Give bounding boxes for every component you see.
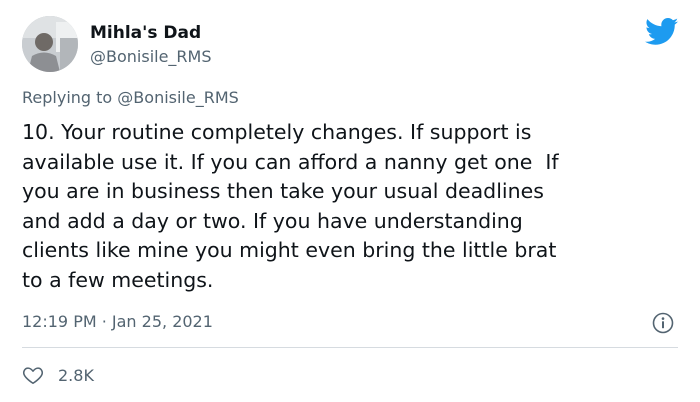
tweet-text-line: 10. Your routine completely changes. If … [22,120,532,144]
twitter-bird-icon[interactable] [645,18,679,46]
tweet-text-line: clients like mine you might even bring t… [22,238,557,262]
info-icon[interactable] [652,312,674,334]
replying-to-label: Replying to [22,88,118,107]
tweet-card: Mihla's Dad @Bonisile_RMS Replying to @B… [0,0,700,402]
author-handle[interactable]: @Bonisile_RMS [90,47,212,66]
author-display-name[interactable]: Mihla's Dad [90,23,201,43]
divider [22,347,678,348]
tweet-timestamp[interactable]: 12:19 PM · Jan 25, 2021 [22,312,213,331]
replying-to: Replying to @Bonisile_RMS [22,88,239,107]
tweet-text-line: and add a day or two. If you have unders… [22,208,523,233]
like-button[interactable]: 2.8K [22,364,94,386]
tweet-text-line: available use it. If you can afford a na… [22,149,559,174]
heart-icon [23,367,43,385]
avatar[interactable] [22,16,78,72]
like-count: 2.8K [58,365,94,385]
tweet-text: 10. Your routine completely changes. If … [22,118,682,295]
tweet-text-line: you are in business then take your usual… [22,179,544,203]
avatar-image [22,16,78,72]
tweet-text-line: to a few meetings. [22,267,214,292]
replying-to-handle[interactable]: @Bonisile_RMS [117,88,239,107]
